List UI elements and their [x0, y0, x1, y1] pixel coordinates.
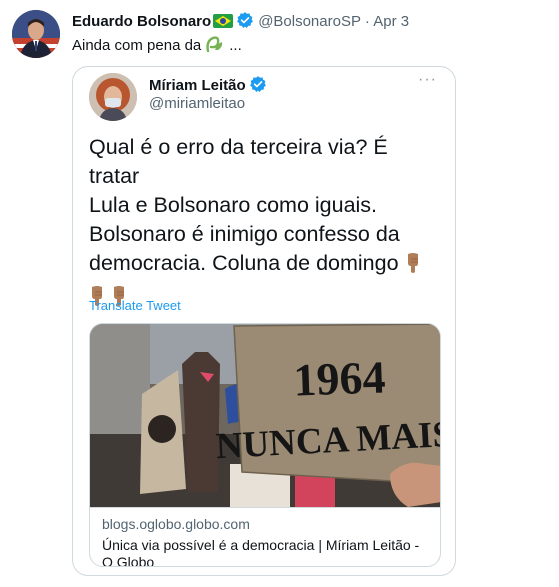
author-handle[interactable]: @BolsonaroSP	[258, 13, 361, 30]
tweet-text-ellipsis: ...	[229, 37, 242, 54]
tweet-text: Ainda com pena da...	[72, 35, 242, 57]
quoted-author-name-row: Míriam Leitão	[149, 75, 267, 97]
link-preview-card[interactable]: 1964 NUNCA MAIS blogs.oglobo.globo.com Ú…	[89, 323, 441, 567]
quoted-text-line: democracia. Coluna de domingo	[89, 251, 399, 275]
link-preview-domain: blogs.oglobo.globo.com	[102, 516, 250, 532]
translate-tweet-link[interactable]: Translate Tweet	[89, 298, 181, 313]
author-avatar[interactable]	[12, 10, 60, 58]
verified-badge-icon	[249, 75, 267, 97]
quoted-tweet[interactable]: Míriam Leitão @miriamleitao ··· Qual é o…	[72, 66, 456, 576]
pointing-down-hand-icon	[405, 252, 421, 282]
quoted-text-line: Bolsonaro é inimigo confesso da	[89, 222, 400, 246]
quoted-text-line: Lula e Bolsonaro como iguais.	[89, 193, 378, 217]
quoted-tweet-text: Qual é o erro da terceira via? É tratar …	[89, 133, 439, 315]
tweet-text-main: Ainda com pena da	[72, 37, 202, 54]
more-options-icon[interactable]: ···	[418, 71, 437, 89]
tweet-header: Eduardo Bolsonaro @BolsonaroSP · Apr 3	[72, 11, 409, 33]
quoted-text-line: Qual é o erro da terceira via? É tratar	[89, 135, 388, 188]
author-avatar-image	[12, 10, 60, 58]
quoted-author-display-name[interactable]: Míriam Leitão	[149, 77, 246, 94]
link-preview-meta: blogs.oglobo.globo.com Única via possíve…	[90, 507, 440, 567]
sign-text-year: 1964	[293, 351, 387, 405]
verified-badge-icon	[236, 11, 254, 33]
link-preview-photo: 1964 NUNCA MAIS	[90, 324, 440, 507]
tweet-timestamp[interactable]: Apr 3	[373, 13, 409, 30]
quoted-author-avatar[interactable]	[89, 73, 137, 121]
quoted-author-avatar-image	[89, 73, 137, 121]
author-display-name[interactable]: Eduardo Bolsonaro	[72, 13, 211, 30]
link-preview-title: Única via possível é a democracia | Míri…	[102, 537, 420, 567]
quoted-author-handle[interactable]: @miriamleitao	[149, 95, 245, 112]
brazil-flag-icon	[213, 14, 234, 32]
green-leaf-icon	[205, 35, 225, 57]
meta-separator: ·	[364, 13, 370, 30]
